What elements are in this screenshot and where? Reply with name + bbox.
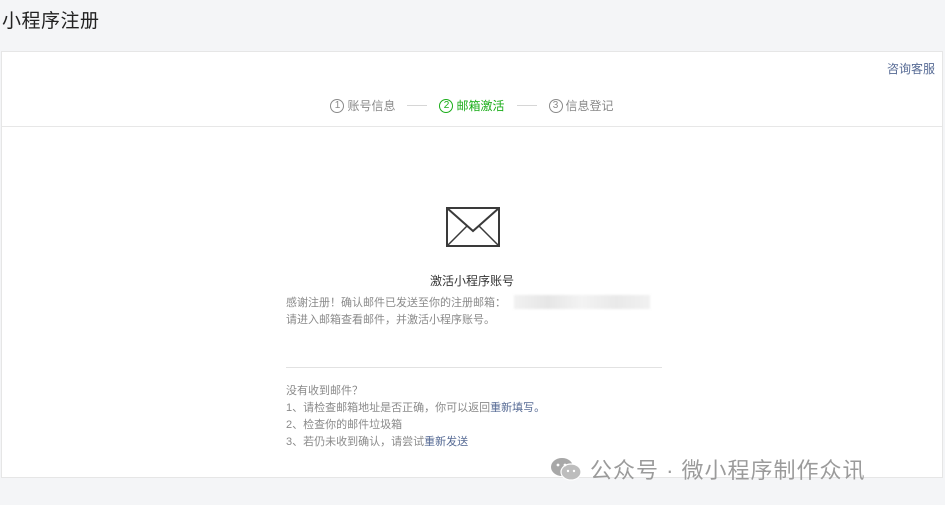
envelope-icon [446,207,500,247]
step-number: 1 [330,98,345,113]
step-indicator: 1 账号信息 2 邮箱激活 3 信息登记 [2,97,942,114]
step-email-activation: 2 邮箱激活 [439,97,505,114]
step-label: 邮箱激活 [456,99,505,113]
wechat-icon [551,458,582,481]
activation-title: 激活小程序账号 [429,274,514,288]
tip-line-2: 2、检查你的邮件垃圾箱 [286,419,403,431]
watermark-text: 公众号 · 微小程序制作众讯 [590,458,866,483]
step-number: 2 [439,98,454,113]
tip-text: 1、请检查邮箱地址是否正确，你可以返回 [286,402,491,414]
step-label: 账号信息 [347,99,396,113]
resend-link[interactable]: 重新发送 [424,436,468,448]
tip-text: 3、若仍未收到确认，请尝试 [286,436,425,448]
activation-description: 感谢注册！确认邮件已发送至你的注册邮箱： 请进入邮箱查看邮件，并激活小程序账号。 [286,295,664,329]
page-title: 小程序注册 [2,11,100,32]
header-divider [2,126,942,127]
content-divider [286,367,662,368]
help-tips: 没有收到邮件？ 1、请检查邮箱地址是否正确，你可以返回重新填写。 2、检查你的邮… [286,383,666,451]
customer-service-link[interactable]: 咨询客服 [887,60,935,77]
tip-line-1: 1、请检查邮箱地址是否正确，你可以返回重新填写。 [286,400,666,417]
masked-email [514,295,650,309]
watermark: 公众号 · 微小程序制作众讯 [550,453,866,485]
step-label: 信息登记 [565,99,614,113]
step-number: 3 [548,98,563,113]
desc-text-2: 请进入邮箱查看邮件，并激活小程序账号。 [286,314,495,326]
step-info-registration: 3 信息登记 [548,97,614,114]
step-separator [516,105,537,106]
refill-link[interactable]: 重新填写。 [490,402,545,414]
desc-text-1: 感谢注册！确认邮件已发送至你的注册邮箱： [286,297,506,309]
tip-line-3: 3、若仍未收到确认，请尝试重新发送 [286,434,666,451]
step-separator [407,105,428,106]
registration-card: 咨询客服 1 账号信息 2 邮箱激活 3 信息登记 激活小程序账号 感谢注册！确… [1,51,943,478]
step-account-info: 1 账号信息 [330,97,395,114]
tips-heading: 没有收到邮件？ [286,385,363,397]
